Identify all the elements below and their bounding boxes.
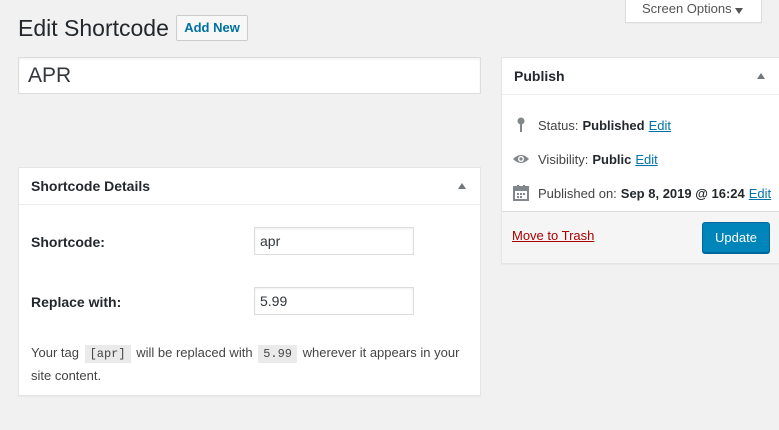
triangle-down-icon — [735, 8, 743, 14]
publish-box: Publish Status: Published Edit Visibilit… — [501, 57, 779, 264]
visibility-label: Visibility: — [538, 151, 589, 167]
screen-options-button[interactable]: Screen Options — [625, 0, 762, 23]
edit-visibility-link[interactable]: Edit — [635, 152, 657, 167]
edit-date-link[interactable]: Edit — [749, 186, 771, 201]
help-value: 5.99 — [258, 345, 297, 363]
published-on-row: Published on: Sep 8, 2019 @ 16:24 Edit — [512, 184, 771, 202]
help-text: Your tag [apr] will be replaced with 5.9… — [31, 342, 471, 386]
shortcode-label: Shortcode: — [31, 234, 105, 250]
page-title: Edit Shortcode — [18, 15, 169, 41]
move-to-trash-link[interactable]: Move to Trash — [512, 228, 594, 243]
help-tag: [apr] — [84, 345, 131, 363]
eye-icon — [512, 150, 530, 168]
publish-actions: Move to Trash Update — [502, 211, 779, 263]
triangle-up-icon[interactable] — [458, 183, 466, 189]
status-value: Published — [582, 117, 645, 133]
replace-with-label: Replace with: — [31, 294, 122, 310]
status-label: Status: — [538, 117, 579, 133]
publish-heading: Publish — [514, 68, 565, 84]
triangle-up-icon[interactable] — [757, 73, 765, 79]
calendar-icon — [512, 184, 530, 202]
shortcode-details-header[interactable]: Shortcode Details — [19, 168, 480, 205]
status-row: Status: Published Edit — [512, 116, 671, 134]
edit-status-link[interactable]: Edit — [649, 118, 671, 133]
publish-header[interactable]: Publish — [502, 58, 779, 95]
help-middle: will be replaced with — [136, 345, 253, 360]
pin-icon — [512, 116, 530, 134]
shortcode-details-box: Shortcode Details Shortcode: Replace wit… — [18, 167, 481, 396]
help-prefix: Your tag — [31, 345, 79, 360]
screen-options-label: Screen Options — [642, 1, 732, 16]
published-on-label: Published on: — [538, 185, 617, 201]
shortcode-input[interactable] — [254, 227, 414, 255]
title-input[interactable] — [18, 57, 481, 94]
shortcode-details-heading: Shortcode Details — [31, 178, 151, 194]
add-new-button[interactable]: Add New — [176, 15, 248, 41]
visibility-value: Public — [592, 151, 632, 167]
replace-with-input[interactable] — [254, 287, 414, 315]
visibility-row: Visibility: Public Edit — [512, 150, 658, 168]
published-on-value: Sep 8, 2019 @ 16:24 — [620, 185, 745, 201]
update-button[interactable]: Update — [702, 222, 770, 253]
